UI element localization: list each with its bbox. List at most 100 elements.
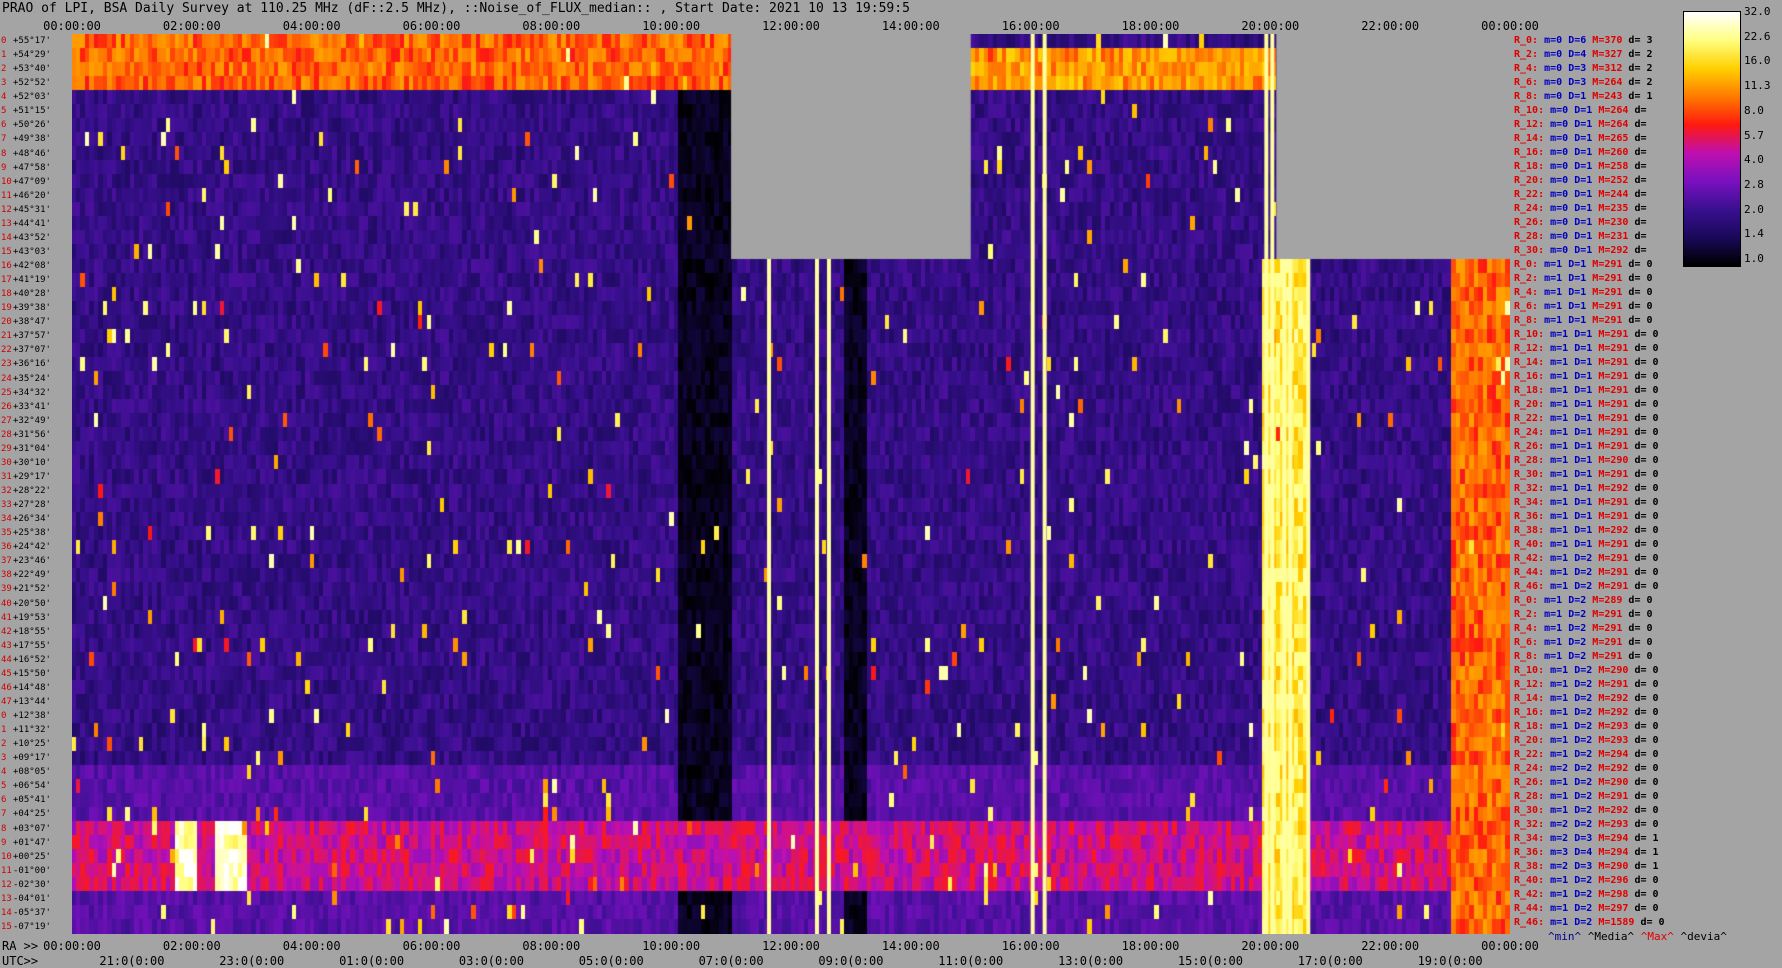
beam-dev: d= 0 [1628,328,1659,340]
dec-row-index: 46 [1,682,12,693]
ra-bottom-tick: 18:00:00 [1121,939,1180,953]
beam-max: M=291 [1592,412,1629,424]
beam-dev: d= [1628,202,1647,214]
beam-max: M=291 [1592,426,1629,438]
beam-max: M=291 [1592,468,1629,480]
beam-row: R_26: m=0 D=1 M=230 d= [1514,216,1646,228]
dec-label: +25°38' [13,528,51,539]
beam-d: D=1 [1568,328,1593,340]
dec-row-index: 22 [1,345,12,356]
dec-row-index: 28 [1,429,12,440]
beam-d: D=1 [1568,426,1593,438]
beam-m: m=1 [1538,594,1563,606]
beam-d: D=2 [1568,720,1593,732]
survey-page: PRAO of LPI, BSA Daily Survey at 110.25 … [0,0,1782,968]
beam-name: R_14: [1514,692,1545,704]
beam-dev: d= 0 [1628,468,1659,480]
dec-label: +52°52' [13,78,51,89]
beam-m: m=1 [1544,370,1569,382]
ra-bottom-tick: 20:00:00 [1241,939,1300,953]
dec-row-index: 7 [1,134,7,145]
beam-name: R_24: [1514,426,1545,438]
beam-max: M=291 [1592,566,1629,578]
beam-name: R_28: [1514,454,1545,466]
beam-m: m=0 [1538,48,1563,60]
beam-row: R_0: m=1 D=2 M=289 d= 0 [1514,594,1653,606]
beam-dev: d= [1628,230,1647,242]
beam-row: R_28: m=1 D=1 M=290 d= 0 [1514,454,1659,466]
beam-max: M=291 [1592,496,1629,508]
beam-max: M=294 [1592,748,1629,760]
beam-name: R_16: [1514,706,1545,718]
beam-row: R_14: m=0 D=1 M=265 d= [1514,133,1646,144]
beam-d: D=4 [1562,48,1587,60]
beam-m: m=1 [1544,342,1569,354]
beam-max: M=294 [1592,846,1629,858]
dec-row-index: 15 [1,921,12,932]
beam-m: m=0 [1538,62,1563,74]
legend-min: ^min^ [1548,930,1582,943]
dec-row-index: 1 [1,725,7,736]
beam-row: R_22: m=0 D=1 M=244 d= [1514,188,1647,200]
dec-label: +37°57' [13,331,51,342]
beam-row: R_28: m=0 D=1 M=231 d= [1514,230,1647,242]
beam-max: M=291 [1586,286,1623,298]
colorbar-tick: 4.0 [1744,153,1764,167]
beam-row: R_44: m=1 D=2 M=297 d= 0 [1514,903,1659,914]
beam-name: R_22: [1514,188,1545,200]
dec-label: +23°46' [13,556,51,567]
dec-row-index: 41 [1,612,12,623]
dec-row-index: 37 [1,556,12,567]
ra-top-tick: 04:00:00 [282,19,341,33]
beam-d: D=1 [1568,160,1593,172]
beam-name: R_6: [1514,76,1539,88]
beam-name: R_4: [1514,286,1539,298]
beam-m: m=0 [1544,188,1569,200]
beam-name: R_34: [1514,832,1545,844]
beam-max: M=291 [1592,552,1629,564]
beam-row: R_2: m=1 D=2 M=291 d= 0 [1514,609,1653,620]
dec-label: +39°38' [13,303,51,314]
beam-dev: d= 2 [1622,48,1653,60]
beam-m: m=1 [1544,790,1569,802]
colorbar-tick: 1.0 [1744,252,1764,265]
beam-name: R_26: [1514,776,1545,788]
dec-label: +50°26' [13,120,51,131]
dec-label: +13°44' [13,696,51,707]
beam-dev: d= 0 [1628,356,1659,368]
beam-name: R_38: [1514,524,1545,536]
ra-bottom-tick: 16:00:00 [1001,939,1060,953]
beam-m: m=1 [1544,580,1569,592]
beam-row: R_46: m=1 D=2 M=1589 d= 0 [1514,916,1665,928]
beam-max: M=293 [1592,734,1629,746]
ra-top-tick: 22:00:00 [1361,19,1420,33]
chart-title: PRAO of LPI, BSA Daily Survey at 110.25 … [2,1,910,16]
beam-name: R_26: [1514,216,1545,228]
dec-row-index: 23 [1,359,12,370]
beam-row: R_6: m=0 D=3 M=264 d= 2 [1514,76,1653,88]
beam-dev: d= 1 [1628,860,1659,872]
beam-max: M=260 [1592,146,1629,158]
beam-max: M=264 [1586,76,1623,88]
beam-d: D=2 [1568,734,1593,746]
beam-row: R_24: m=0 D=1 M=235 d= [1514,202,1647,214]
beam-max: M=1589 [1592,916,1635,928]
beam-dev: d= 0 [1628,566,1659,578]
beam-d: D=2 [1562,594,1587,606]
beam-d: D=1 [1568,412,1593,424]
dec-row-index: 42 [1,626,12,637]
beam-d: D=1 [1568,216,1593,228]
beam-d: D=1 [1568,342,1593,354]
beam-dev: d= 0 [1628,720,1659,732]
dec-row-index: 33 [1,500,12,511]
beam-row: R_6: m=1 D=1 M=291 d= 0 [1514,301,1653,312]
beam-d: D=1 [1568,202,1593,214]
beam-dev: d= [1628,188,1647,200]
beam-d: D=2 [1568,762,1593,774]
beam-m: m=0 [1544,202,1569,214]
beam-dev: d= 2 [1622,76,1653,88]
beam-dev: d= 0 [1628,790,1659,802]
beam-dev: d= 0 [1628,692,1659,704]
dec-label: +49°38' [13,134,51,145]
dec-label: +22°49' [13,570,51,581]
